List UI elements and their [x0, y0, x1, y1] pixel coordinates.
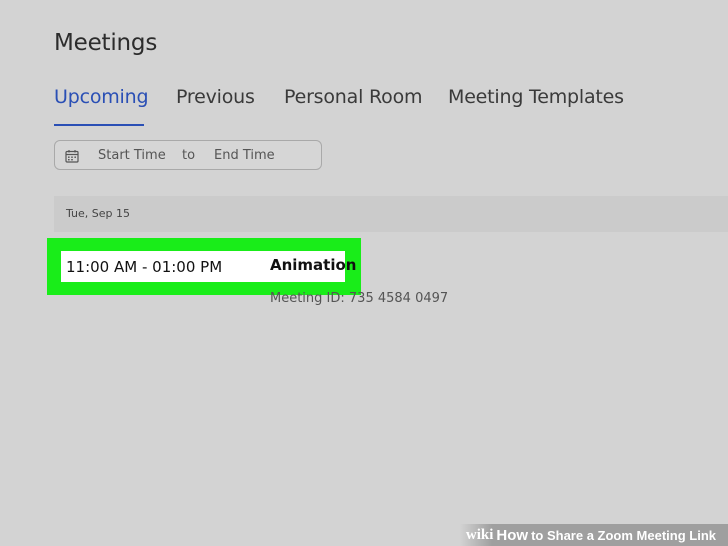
date-group-label: Tue, Sep 15 [66, 207, 131, 220]
watermark-title: to Share a Zoom Meeting Link [531, 527, 716, 543]
tab-personal-room[interactable]: Personal Room [284, 86, 423, 108]
date-group-header: Tue, Sep 15 [54, 196, 728, 232]
tab-meeting-templates[interactable]: Meeting Templates [448, 86, 624, 108]
meeting-time: 11:00 AM - 01:00 PM [66, 258, 223, 276]
tab-upcoming[interactable]: Upcoming [54, 86, 149, 108]
watermark-how: How [496, 526, 529, 544]
page-title: Meetings [54, 30, 158, 56]
date-range-filter[interactable]: Start Time to End Time [54, 140, 322, 170]
meeting-id: Meeting ID: 735 4584 0497 [270, 291, 449, 306]
calendar-icon [65, 150, 79, 163]
watermark: wiki How to Share a Zoom Meeting Link [459, 524, 728, 546]
watermark-wiki: wiki [465, 526, 494, 543]
active-tab-indicator [54, 124, 144, 126]
start-time-field[interactable]: Start Time [98, 148, 166, 163]
end-time-field[interactable]: End Time [214, 148, 275, 163]
tab-previous[interactable]: Previous [176, 86, 255, 108]
range-separator: to [182, 148, 196, 163]
meeting-topic-link[interactable]: Animation [270, 256, 356, 274]
